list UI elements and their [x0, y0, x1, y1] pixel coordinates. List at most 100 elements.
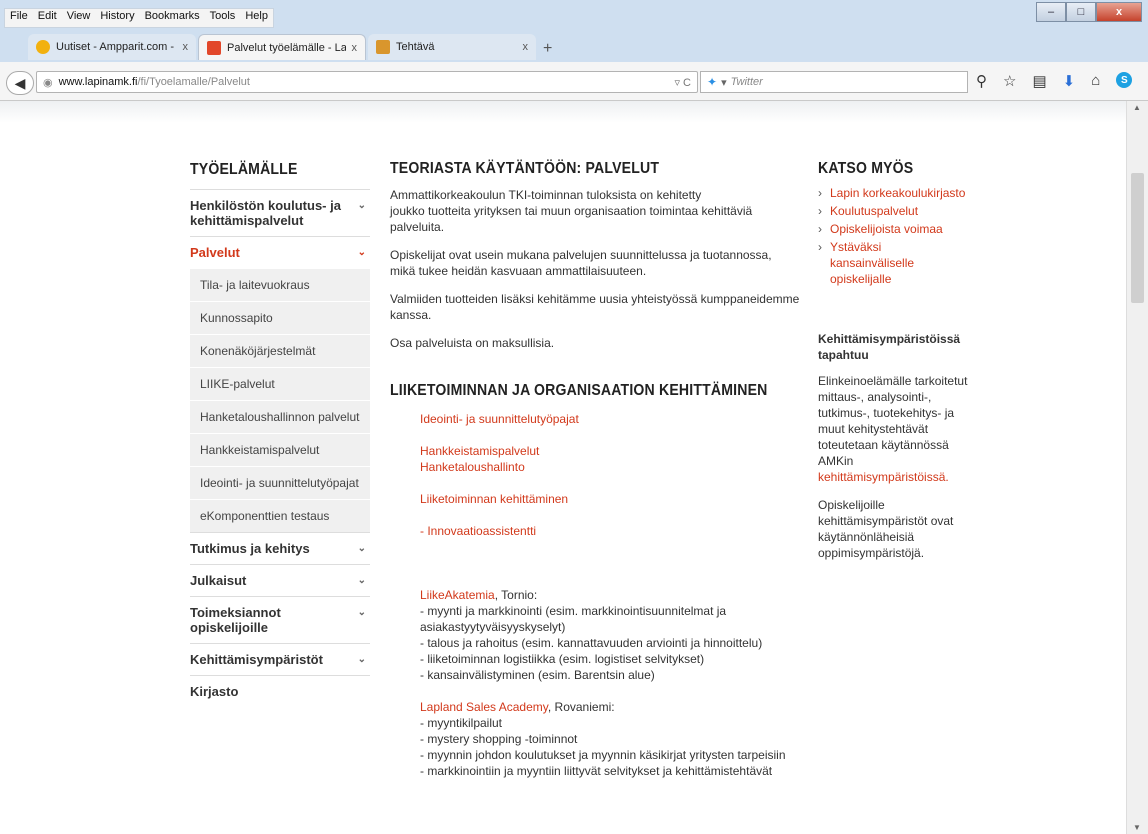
link-opiskelijoista-voimaa[interactable]: Opiskelijoista voimaa [830, 221, 943, 237]
maximize-button[interactable]: □ [1066, 2, 1096, 22]
subnav-item[interactable]: Ideointi- ja suunnittelutyöpajat [190, 466, 370, 499]
reading-list-icon[interactable]: ▤ [1032, 72, 1046, 90]
site-identity-icon[interactable]: ◉ [43, 76, 53, 89]
subnav-item[interactable]: eKomponenttien testaus [190, 499, 370, 532]
tab-palvelut[interactable]: Palvelut työelämälle - Lapi... x [198, 34, 366, 60]
subnav-item[interactable]: Hanketaloushallinnon palvelut [190, 400, 370, 433]
home-icon[interactable]: ⌂ [1091, 72, 1100, 90]
close-window-button[interactable]: x [1096, 2, 1142, 22]
menu-help[interactable]: Help [240, 9, 273, 27]
link-ystavaksi[interactable]: Ystäväksi kansainväliselle opiskelijalle [830, 239, 968, 287]
chevron-down-icon: ⌄ [357, 607, 366, 618]
link-kehittamisymparistoissa[interactable]: kehittämisympäristöissä. [818, 470, 949, 484]
list-item: - liiketoiminnan logistiikka (esim. logi… [420, 652, 705, 666]
see-also-title: KATSO MYÖS [818, 160, 914, 177]
list-item: - mystery shopping -toiminnot [420, 732, 578, 746]
sidebar-item-kehittamisymparistot[interactable]: Kehittämisympäristöt ⌄ [190, 643, 370, 675]
subnav-item[interactable]: Hankkeistamispalvelut [190, 433, 370, 466]
chevron-right-icon: › [818, 186, 822, 200]
tab-strip: Uutiset - Ampparit.com - S... x Palvelut… [0, 28, 1148, 62]
sidebar-item-kirjasto[interactable]: Kirjasto [190, 675, 370, 707]
subnav-item[interactable]: Konenäköjärjestelmät [190, 334, 370, 367]
rail-paragraph-2: Opiskelijoille kehittämisympäristöt ovat… [818, 498, 954, 560]
chevron-down-icon: ⌄ [357, 200, 366, 211]
link-hankkeistamispalvelut[interactable]: Hankkeistamispalvelut [420, 443, 800, 459]
scroll-down-icon[interactable]: ▼ [1133, 823, 1141, 832]
list-item: - myyntikilpailut [420, 716, 503, 730]
search-bar[interactable]: ✦ ▾ Twitter [700, 71, 968, 93]
subnav-item[interactable]: Tila- ja laitevuokraus [190, 268, 370, 301]
intro-paragraph: Ammattikorkeakoulun TKI-toiminnan tuloks… [390, 187, 800, 235]
tab-tehtava[interactable]: Tehtävä x [368, 34, 536, 60]
sidebar-title: TYÖELÄMÄLLE [190, 161, 298, 178]
sidebar-item-palvelut[interactable]: Palvelut ⌄ [190, 236, 370, 268]
sidebar-item-julkaisut[interactable]: Julkaisut ⌄ [190, 564, 370, 596]
scrollbar-thumb[interactable] [1131, 173, 1144, 303]
lsa-list: - myyntikilpailut - mystery shopping -to… [390, 715, 800, 779]
twitter-bird-icon[interactable]: ✦ [707, 75, 717, 89]
menu-edit[interactable]: Edit [33, 9, 62, 27]
search-icon[interactable]: ⚲ [976, 72, 987, 90]
link-liikeakatemia[interactable]: LiikeAkatemia [420, 588, 495, 602]
paragraph-students: Opiskelijat ovat usein mukana palvelujen… [390, 248, 772, 278]
list-item: - markkinointiin ja myyntiin liittyvät s… [420, 764, 773, 778]
page-content: TYÖELÄMÄLLE Henkilöstön koulutus- ja keh… [0, 101, 1126, 834]
see-also-item[interactable]: › Ystäväksi kansainväliselle opiskelijal… [818, 239, 968, 287]
intro-line-1: Ammattikorkeakoulun TKI-toiminnan tuloks… [390, 188, 702, 202]
tab-close-icon[interactable]: x [183, 41, 189, 53]
sidebar-item-henkiloston-koulutus[interactable]: Henkilöstön koulutus- ja kehittämispalve… [190, 189, 370, 236]
link-koulutuspalvelut[interactable]: Koulutuspalvelut [830, 203, 918, 219]
subnav-item[interactable]: Kunnossapito [190, 301, 370, 334]
chevron-down-icon: ⌄ [357, 654, 366, 665]
chevron-right-icon: › [818, 204, 822, 218]
back-button[interactable]: ◀ [6, 71, 34, 95]
new-tab-button[interactable]: + [543, 40, 552, 58]
tab-close-icon[interactable]: x [523, 41, 529, 53]
list-item: - myynnin johdon koulutukset ja myynnin … [420, 748, 786, 762]
tab-close-icon[interactable]: x [352, 42, 358, 54]
vertical-scrollbar[interactable]: ▲ ▼ [1126, 101, 1148, 834]
see-also-item[interactable]: › Opiskelijoista voimaa [818, 221, 968, 237]
sidebar-item-toimeksiannot[interactable]: Toimeksiannot opiskelijoille ⌄ [190, 596, 370, 643]
rail-paragraph-1-text: Elinkeinoelämälle tarkoitetut mittaus-, … [818, 374, 968, 468]
link-hanketaloushallinto[interactable]: Hanketaloushallinto [420, 459, 800, 475]
bookmark-star-icon[interactable]: ☆ [1003, 72, 1016, 90]
see-also-item[interactable]: › Koulutuspalvelut [818, 203, 968, 219]
sidebar: TYÖELÄMÄLLE Henkilöstön koulutus- ja keh… [190, 161, 370, 707]
link-lapin-korkeakoulukirjasto[interactable]: Lapin korkeakoulukirjasto [830, 185, 965, 201]
chevron-down-icon: ⌄ [357, 543, 366, 554]
link-liiketoiminnan-kehittaminen[interactable]: Liiketoiminnan kehittäminen [420, 491, 800, 507]
download-icon[interactable]: ⬇ [1063, 72, 1076, 90]
page-title: TEORIASTA KÄYTÄNTÖÖN: PALVELUT [390, 160, 660, 177]
menu-tools[interactable]: Tools [205, 9, 241, 27]
minimize-button[interactable]: – [1036, 2, 1066, 22]
sidebar-item-tutkimus[interactable]: Tutkimus ja kehitys ⌄ [190, 532, 370, 564]
menu-bookmarks[interactable]: Bookmarks [140, 9, 205, 27]
menu-file[interactable]: File [5, 9, 33, 27]
scroll-up-icon[interactable]: ▲ [1133, 103, 1141, 112]
subnav-item[interactable]: LIIKE-palvelut [190, 367, 370, 400]
tab-ampparit[interactable]: Uutiset - Ampparit.com - S... x [28, 34, 196, 60]
rail-subheading: Kehittämisympäristöissä tapahtuu [818, 332, 961, 362]
see-also-item[interactable]: › Lapin korkeakoulukirjasto [818, 185, 968, 201]
link-ideointi[interactable]: Ideointi- ja suunnittelutyöpajat [420, 411, 800, 427]
url-bar[interactable]: ◉ www.lapinamk.fi/fi/Tyoelamalle/Palvelu… [36, 71, 698, 93]
menu-view[interactable]: View [62, 9, 96, 27]
right-rail: KATSO MYÖS › Lapin korkeakoulukirjasto ›… [818, 161, 968, 573]
window-controls: – □ x [1036, 2, 1142, 22]
page-header-fade [0, 101, 1126, 123]
link-innovaatioassistentti[interactable]: - Innovaatioassistentti [420, 523, 800, 539]
link-lapland-sales-academy[interactable]: Lapland Sales Academy [420, 700, 548, 714]
main-content: TEORIASTA KÄYTÄNTÖÖN: PALVELUT Ammattiko… [390, 161, 800, 779]
sidebar-item-label: Toimeksiannot opiskelijoille [190, 605, 281, 635]
chevron-right-icon: › [818, 240, 822, 254]
skype-icon[interactable]: S [1116, 72, 1133, 88]
tab-title: Tehtävä [396, 41, 435, 53]
search-placeholder: Twitter [730, 76, 763, 88]
list-item: - kansainvälistyminen (esim. Barentsin a… [420, 668, 655, 682]
menu-history[interactable]: History [95, 9, 139, 27]
search-engine-chevron-icon[interactable]: ▾ [721, 76, 727, 89]
sidebar-item-label: Henkilöstön koulutus- ja kehittämispalve… [190, 198, 341, 228]
chevron-right-icon: › [818, 222, 822, 236]
reload-icon[interactable]: ▿ C [674, 76, 691, 89]
